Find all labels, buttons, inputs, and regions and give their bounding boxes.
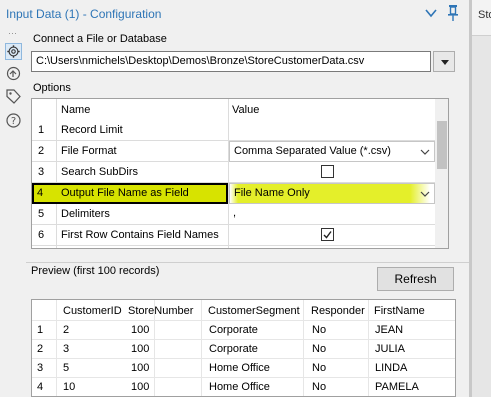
- option-row-delimiters[interactable]: 5 Delimiters ,: [32, 204, 435, 225]
- table-cell: No: [312, 343, 327, 355]
- output-file-name-select[interactable]: File Name Only: [229, 183, 435, 204]
- option-name: Search SubDirs: [61, 166, 139, 178]
- row-number: 1: [37, 324, 44, 336]
- table-cell: 100: [131, 362, 150, 374]
- column-header-name: Name: [61, 104, 91, 116]
- table-cell: No: [312, 381, 327, 393]
- row-number: 5: [38, 208, 45, 220]
- row-number: 1: [38, 124, 45, 136]
- option-row-output-file-name[interactable]: 4 Output File Name as Field File Name On…: [32, 183, 435, 204]
- table-cell: 100: [131, 381, 150, 393]
- table-cell: Corporate: [209, 343, 258, 355]
- row-number: 2: [38, 145, 45, 157]
- options-label: Options: [33, 82, 71, 94]
- file-format-select[interactable]: Comma Separated Value (*.csv): [229, 141, 435, 162]
- dots-icon: ···: [8, 28, 17, 38]
- file-format-value: Comma Separated Value (*.csv): [234, 145, 391, 157]
- right-pane: [472, 0, 491, 397]
- table-cell: Home Office: [209, 381, 270, 393]
- annotation-icon[interactable]: [5, 65, 22, 82]
- window-title: Input Data (1) - Configuration: [6, 7, 162, 21]
- table-cell: Corporate: [209, 324, 258, 336]
- first-row-field-names-checkbox[interactable]: [321, 228, 334, 241]
- option-row-record-limit[interactable]: 1 Record Limit: [32, 120, 435, 141]
- table-cell: No: [312, 362, 327, 374]
- option-name: Delimiters: [61, 208, 110, 220]
- help-icon[interactable]: ?: [5, 112, 22, 129]
- table-cell: JULIA: [375, 343, 405, 355]
- table-row[interactable]: 4 10 100 Home Office No PAMELA: [32, 377, 455, 396]
- table-cell: JEAN: [375, 324, 404, 336]
- chevron-down-icon: [420, 191, 430, 197]
- scrollbar-thumb[interactable]: [437, 121, 447, 169]
- tag-icon[interactable]: [5, 88, 22, 105]
- icon-strip: [0, 30, 26, 397]
- table-cell: LINDA: [375, 362, 408, 374]
- search-subdirs-checkbox[interactable]: [321, 165, 334, 178]
- row-number: 4: [37, 381, 44, 393]
- option-name: Record Limit: [61, 124, 123, 136]
- column-header[interactable]: CustomerID: [63, 305, 122, 317]
- option-name: Output File Name as Field: [61, 187, 189, 199]
- column-header[interactable]: StoreNumber: [128, 305, 193, 317]
- connect-label: Connect a File or Database: [33, 33, 167, 45]
- preview-label: Preview (first 100 records): [31, 265, 160, 277]
- right-pane-title: Sto: [478, 9, 491, 21]
- chevron-down-icon: [420, 149, 430, 155]
- column-header-value: Value: [232, 104, 260, 116]
- preview-table: CustomerID StoreNumber CustomerSegment R…: [31, 299, 456, 397]
- record-limit-input[interactable]: [229, 120, 435, 141]
- row-number: 3: [37, 362, 44, 374]
- table-row[interactable]: 2 3 100 Corporate No JULIA: [32, 339, 455, 358]
- checkmark-icon: [323, 231, 332, 239]
- table-cell: Home Office: [209, 362, 270, 374]
- option-row-first-row-field-names[interactable]: 6 First Row Contains Field Names: [32, 225, 435, 246]
- option-row-file-format[interactable]: 2 File Format Comma Separated Value (*.c…: [32, 141, 435, 162]
- row-number: 4: [37, 187, 44, 199]
- search-subdirs-cell: [229, 162, 435, 183]
- chevron-down-icon[interactable]: [424, 6, 438, 20]
- caret-down-icon: [441, 60, 449, 65]
- table-cell: 10: [63, 381, 76, 393]
- file-path-dropdown-button[interactable]: [433, 51, 455, 72]
- file-path-input[interactable]: C:\Users\nmichels\Desktop\Demos\Bronze\S…: [31, 51, 431, 72]
- row-number: 3: [38, 166, 45, 178]
- column-header[interactable]: CustomerSegment: [208, 305, 300, 317]
- divider: [26, 262, 469, 263]
- svg-text:?: ?: [11, 116, 16, 127]
- gear-icon[interactable]: [5, 43, 22, 60]
- table-cell: 5: [63, 362, 70, 374]
- column-header[interactable]: FirstName: [374, 305, 425, 317]
- option-row-search-subdirs[interactable]: 3 Search SubDirs: [32, 162, 435, 183]
- table-row[interactable]: 3 5 100 Home Office No LINDA: [32, 358, 455, 377]
- table-cell: No: [312, 324, 327, 336]
- table-cell: 2: [63, 324, 70, 336]
- output-file-name-value: File Name Only: [234, 187, 310, 199]
- column-header[interactable]: Responder: [311, 305, 365, 317]
- row-number: 2: [37, 343, 44, 355]
- row-number: 6: [38, 229, 45, 241]
- delimiters-input[interactable]: ,: [229, 204, 435, 225]
- options-grid: Name Value 1 Record Limit 2 File Format …: [31, 98, 449, 249]
- table-cell: PAMELA: [375, 381, 419, 393]
- table-cell: 3: [63, 343, 70, 355]
- pin-icon[interactable]: [446, 4, 460, 22]
- table-cell: 100: [131, 343, 150, 355]
- option-name: File Format: [61, 145, 117, 157]
- option-name: First Row Contains Field Names: [61, 229, 219, 241]
- refresh-button[interactable]: Refresh: [377, 267, 454, 291]
- table-cell: 100: [131, 324, 150, 336]
- table-row[interactable]: 1 2 100 Corporate No JEAN: [32, 320, 455, 339]
- first-row-field-names-cell: [229, 225, 435, 246]
